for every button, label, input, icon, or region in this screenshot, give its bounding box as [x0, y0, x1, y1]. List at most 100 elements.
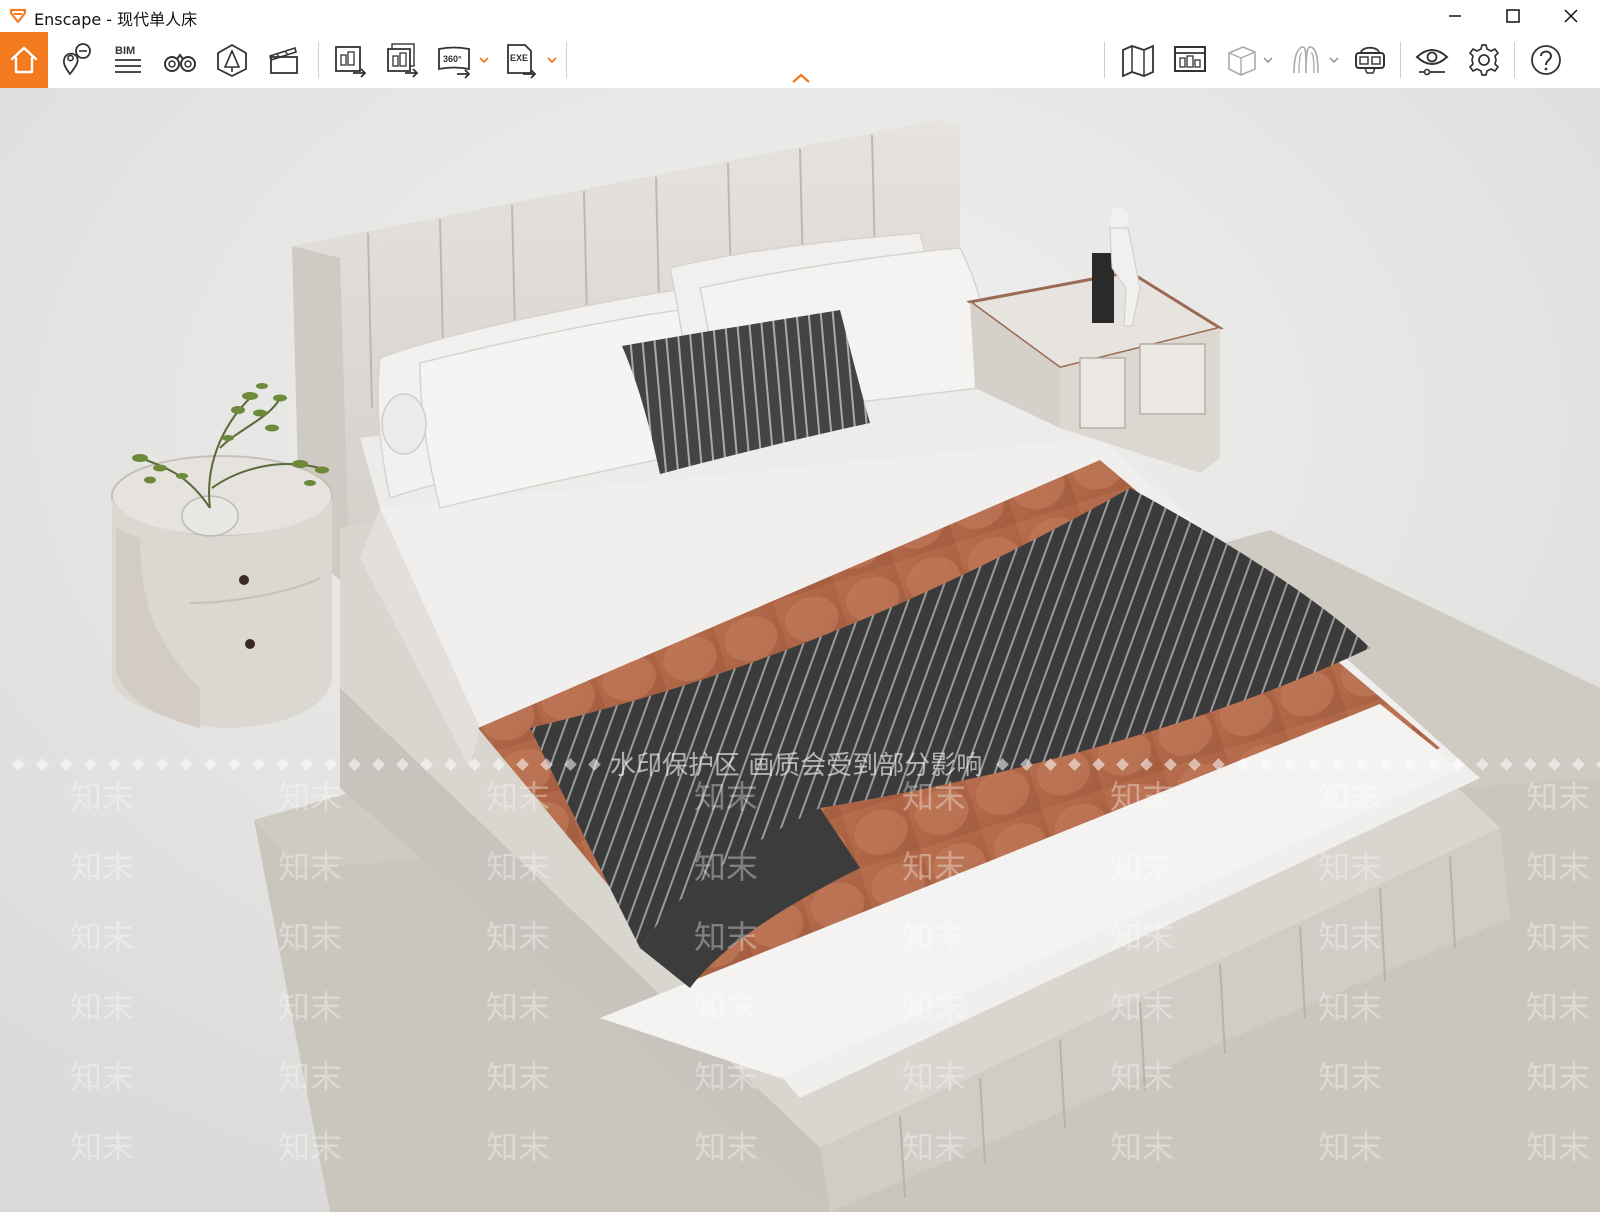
watermark-text: 知末 [486, 778, 550, 816]
bim-button[interactable]: BIM [102, 32, 154, 88]
presentation-icon [1174, 46, 1206, 72]
panorama-dropdown-icon[interactable] [478, 55, 490, 65]
video-editor-button[interactable] [258, 32, 310, 88]
watermark-text: 知末 [278, 918, 342, 956]
render-screenshot-icon [335, 46, 367, 78]
visual-settings-icon [1415, 49, 1449, 76]
material-icon [1293, 46, 1319, 74]
watermark-text: 知末 [278, 778, 342, 816]
close-button[interactable] [1542, 0, 1600, 32]
close-icon [1564, 9, 1578, 23]
material-dropdown-icon[interactable] [1328, 55, 1340, 65]
watermark-text: 知末 [694, 1058, 758, 1096]
watermark-text: 知末 [1318, 848, 1382, 886]
batch-render-icon [387, 43, 419, 78]
watermark-text: 知末 [486, 848, 550, 886]
panorama-button[interactable]: 360° [428, 32, 480, 88]
watermark-text: 知末 [902, 918, 966, 956]
watermark-text: 知末 [70, 1128, 134, 1166]
asset-library-button[interactable] [206, 32, 258, 88]
vr-headset-icon [1355, 46, 1385, 74]
watermark-text: 知末 [278, 848, 342, 886]
watermark-text: 知末 [486, 1128, 550, 1166]
bim-icon: BIM [115, 45, 141, 73]
watermark-text: 知末 [694, 988, 758, 1026]
panorama-icon-label: 360° [443, 54, 462, 64]
minimize-button[interactable] [1426, 0, 1484, 32]
title-bar: Enscape - 现代单人床 [0, 0, 1600, 32]
views-icon [62, 43, 91, 76]
panorama-icon: 360° [438, 46, 471, 79]
cube-dropdown-icon[interactable] [1262, 55, 1274, 65]
watermark-banner-text: 水印保护区 画质会受到部分影响 [610, 751, 982, 781]
export-exe-icon: EXE [507, 44, 537, 79]
watermark-text: 知末 [70, 848, 134, 886]
watermark-text: 知末 [278, 1128, 342, 1166]
watermark-text: 知末 [1526, 848, 1590, 886]
home-icon [10, 46, 38, 74]
cube-icon [1228, 46, 1256, 76]
views-button[interactable] [50, 32, 102, 88]
watermark-text: 知末 [1526, 1128, 1590, 1166]
watermark-text: 知末 [902, 1128, 966, 1166]
export-exe-icon-label: EXE [510, 53, 528, 63]
watermark-text: 知末 [1318, 918, 1382, 956]
presentation-button[interactable] [1164, 32, 1216, 88]
map-icon [1122, 44, 1154, 78]
maximize-button[interactable] [1484, 0, 1542, 32]
watermark-text: 知末 [486, 918, 550, 956]
watermark-text: 知末 [1110, 918, 1174, 956]
home-button[interactable] [0, 32, 48, 88]
vr-headset-button[interactable] [1344, 32, 1396, 88]
watermark-text: 知末 [1526, 918, 1590, 956]
watermark-text: 知末 [70, 918, 134, 956]
watermark-text: 知末 [694, 1128, 758, 1166]
export-exe-button[interactable]: EXE [494, 32, 546, 88]
binoculars-button[interactable] [154, 32, 206, 88]
toolbar-separator [566, 42, 567, 78]
watermark-text: 知末 [486, 1058, 550, 1096]
map-button[interactable] [1112, 32, 1164, 88]
watermark-text: 知末 [902, 988, 966, 1026]
visual-settings-button[interactable] [1406, 32, 1458, 88]
watermark-text: 知末 [1110, 848, 1174, 886]
watermark-text: 知末 [278, 988, 342, 1026]
toolbar-separator [1400, 42, 1401, 78]
watermark-text: 知末 [1526, 1058, 1590, 1096]
watermark-text: 知末 [278, 1058, 342, 1096]
watermark-text: 知末 [70, 1058, 134, 1096]
render-screenshot-button[interactable] [324, 32, 376, 88]
watermark-text: 知末 [902, 778, 966, 816]
help-icon [1531, 45, 1561, 75]
watermark-text: 知末 [1526, 988, 1590, 1026]
watermark-text: 知末 [1110, 1058, 1174, 1096]
watermark-text: 知末 [902, 1058, 966, 1096]
watermark-text: 知末 [694, 778, 758, 816]
batch-render-button[interactable] [376, 32, 428, 88]
watermark-text: 知末 [1110, 778, 1174, 816]
material-button[interactable] [1280, 32, 1332, 88]
watermark-text: 知末 [486, 988, 550, 1026]
minimize-icon [1449, 15, 1461, 17]
watermark-text: 知末 [1318, 1128, 1382, 1166]
binoculars-icon [164, 53, 196, 72]
watermark-text: 知末 [1318, 778, 1382, 816]
watermark-text: 知末 [1110, 1128, 1174, 1166]
watermark-text: 知末 [70, 778, 134, 816]
settings-button[interactable] [1458, 32, 1510, 88]
toolbar-separator [1514, 42, 1515, 78]
bed-scene: 水印保护区 画质会受到部分影响 知末 知末 知末 知末 知末 知末 知末 知末知末 知末 知末 知末… [0, 88, 1600, 1212]
render-viewport[interactable]: 水印保护区 画质会受到部分影响 知末 知末 知末 知末 知末 知末 知末 知末 知末 知末 知末 知末… [0, 88, 1600, 1212]
watermark-text: 知末 [1110, 988, 1174, 1026]
maximize-icon [1506, 9, 1520, 23]
watermark-text: 知末 [694, 848, 758, 886]
window-title: Enscape - 现代单人床 [34, 10, 198, 29]
export-dropdown-icon[interactable] [546, 55, 558, 65]
watermark-text: 知末 [902, 848, 966, 886]
asset-library-icon [217, 43, 247, 78]
watermark-text: 知末 [1318, 1058, 1382, 1096]
collapse-toolbar-icon[interactable] [790, 72, 812, 84]
cube-button[interactable] [1216, 32, 1268, 88]
toolbar-separator [1104, 42, 1105, 78]
help-button[interactable] [1520, 32, 1572, 88]
